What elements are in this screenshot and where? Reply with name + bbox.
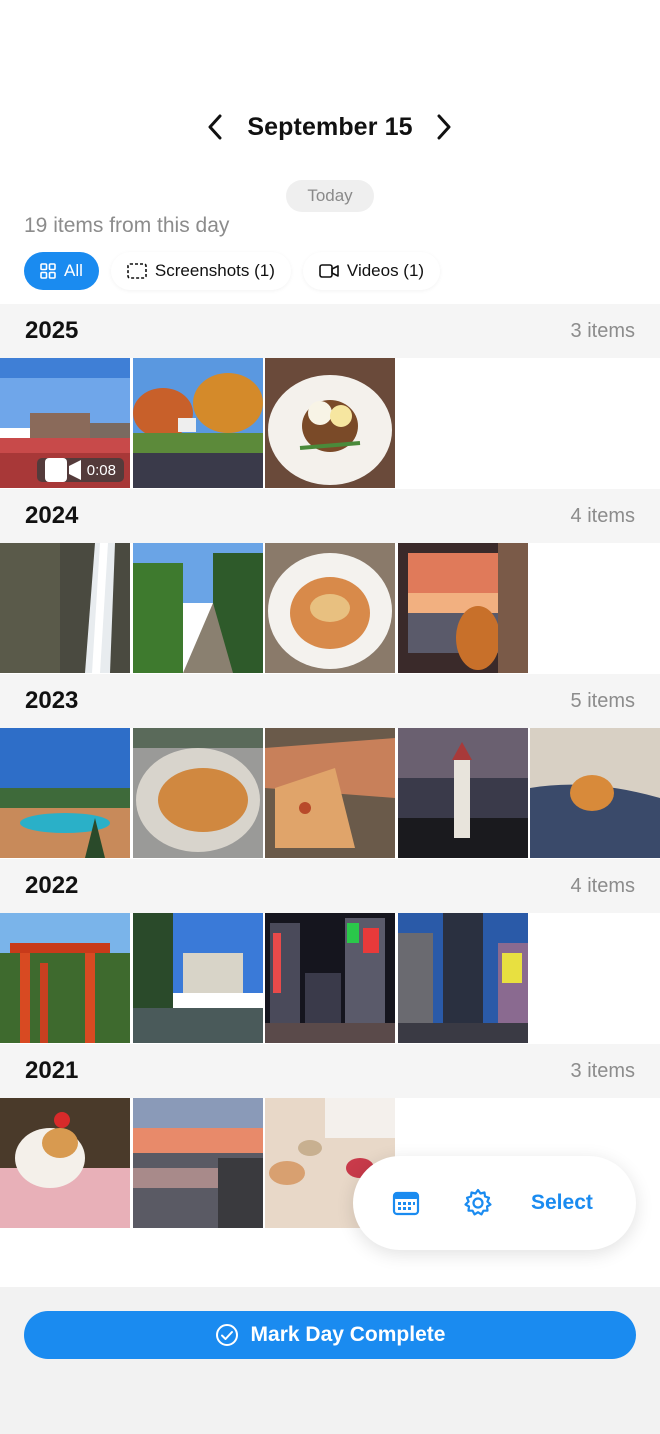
photo-thumbnail[interactable] <box>265 728 395 858</box>
year-label: 2022 <box>25 872 79 899</box>
photo-thumbnail[interactable] <box>265 913 395 1043</box>
photo-thumbnail[interactable] <box>265 358 395 488</box>
filter-screenshots-label: Screenshots (1) <box>154 261 275 280</box>
photo-thumbnail[interactable]: 0:08 <box>0 358 130 488</box>
date-title: September 15 <box>247 112 413 141</box>
year-header-2021: 2021 3 items <box>0 1044 660 1098</box>
photo-row-2023 <box>0 728 660 858</box>
year-header-2024: 2024 4 items <box>0 489 660 543</box>
photo-row-2025: 0:08 <box>0 358 660 488</box>
screenshot-icon <box>127 263 147 279</box>
mark-day-complete-button[interactable]: Mark Day Complete <box>24 1311 636 1359</box>
year-count: 4 items <box>570 504 635 527</box>
photo-thumbnail[interactable] <box>133 1098 263 1228</box>
video-duration: 0:08 <box>86 461 116 479</box>
photo-thumbnail[interactable] <box>133 728 263 858</box>
checkmark-circle-icon <box>215 1324 238 1346</box>
year-count: 3 items <box>570 1059 635 1082</box>
photo-thumbnail[interactable] <box>133 913 263 1043</box>
bottom-action-area: Mark Day Complete <box>0 1287 660 1434</box>
calendar-icon <box>392 1191 420 1216</box>
chevron-left-icon <box>208 114 222 140</box>
settings-button[interactable] <box>461 1186 495 1220</box>
filter-all-label: All <box>64 261 83 280</box>
gear-icon <box>464 1188 492 1216</box>
video-camera-icon <box>44 458 81 482</box>
photo-thumbnail[interactable] <box>398 543 528 673</box>
photo-thumbnail[interactable] <box>0 728 130 858</box>
filter-all[interactable]: All <box>24 252 99 290</box>
year-header-2022: 2022 4 items <box>0 859 660 913</box>
year-count: 3 items <box>570 319 635 342</box>
date-navigation: September 15 <box>0 104 660 150</box>
photo-thumbnail[interactable] <box>530 728 660 858</box>
select-button[interactable]: Select <box>531 1191 593 1215</box>
year-label: 2025 <box>25 317 79 344</box>
year-count: 5 items <box>570 689 635 712</box>
year-label: 2024 <box>25 502 79 529</box>
photo-thumbnail[interactable] <box>398 913 528 1043</box>
year-count: 4 items <box>570 874 635 897</box>
photo-thumbnail[interactable] <box>398 728 528 858</box>
today-button[interactable]: Today <box>286 180 374 212</box>
photo-thumbnail[interactable] <box>0 913 130 1043</box>
photo-thumbnail[interactable] <box>265 543 395 673</box>
year-label: 2021 <box>25 1057 79 1084</box>
photo-thumbnail[interactable] <box>0 543 130 673</box>
filter-bar: All Screenshots (1) Videos (1) <box>24 252 441 292</box>
photo-thumbnail[interactable] <box>133 358 263 488</box>
grid-icon <box>40 263 56 279</box>
filter-screenshots[interactable]: Screenshots (1) <box>110 252 291 290</box>
photo-thumbnail[interactable] <box>0 1098 130 1228</box>
filter-videos[interactable]: Videos (1) <box>302 252 441 290</box>
photo-row-2024 <box>0 543 660 673</box>
next-day-button[interactable] <box>429 112 459 142</box>
video-camera-icon <box>319 264 339 278</box>
floating-toolbar: Select <box>353 1156 636 1250</box>
year-header-2025: 2025 3 items <box>0 304 660 358</box>
photo-row-2022 <box>0 913 660 1043</box>
calendar-button[interactable] <box>389 1186 423 1220</box>
chevron-right-icon <box>437 114 451 140</box>
year-header-2023: 2023 5 items <box>0 674 660 728</box>
previous-day-button[interactable] <box>200 112 230 142</box>
items-summary: 19 items from this day <box>24 214 230 237</box>
mark-day-complete-label: Mark Day Complete <box>250 1323 446 1346</box>
filter-videos-label: Videos (1) <box>346 261 425 280</box>
photo-thumbnail[interactable] <box>133 543 263 673</box>
year-label: 2023 <box>25 687 79 714</box>
video-duration-badge: 0:08 <box>36 458 124 482</box>
